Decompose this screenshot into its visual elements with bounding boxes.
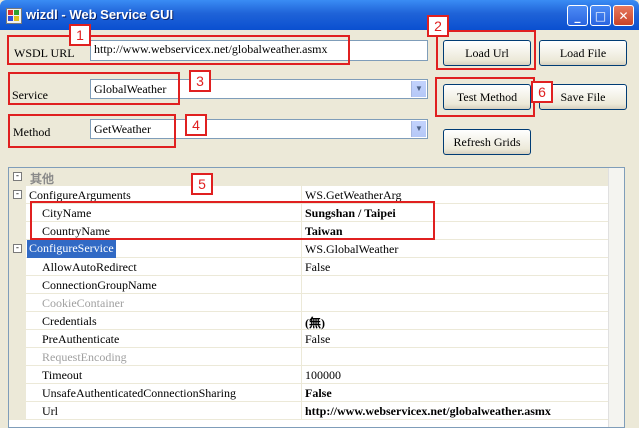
- property-value[interactable]: False: [305, 332, 330, 347]
- property-name: ConnectionGroupName: [42, 278, 157, 292]
- callout-number: 4: [185, 114, 207, 136]
- property-name: Timeout: [42, 368, 83, 382]
- grid-row-configure-service[interactable]: - ConfigureService WS.GlobalWeather: [9, 240, 609, 258]
- annotation-box-load-url: [436, 30, 536, 70]
- collapse-icon[interactable]: -: [13, 190, 22, 199]
- property-value[interactable]: False: [305, 260, 330, 275]
- property-name: RequestEncoding: [42, 350, 127, 364]
- property-name: AllowAutoRedirect: [42, 260, 137, 274]
- property-name-selected: ConfigureService: [27, 240, 116, 258]
- grid-row-url[interactable]: Url http://www.webservicex.net/globalwea…: [9, 402, 609, 420]
- grid-row-cookie-container[interactable]: CookieContainer: [9, 294, 609, 312]
- close-button[interactable]: ✕: [613, 5, 634, 26]
- callout-number: 2: [427, 15, 449, 37]
- property-name: PreAuthenticate: [42, 332, 120, 346]
- annotation-box-method: [8, 114, 176, 148]
- callout-number: 5: [191, 173, 213, 195]
- maximize-button[interactable]: □: [590, 5, 611, 26]
- annotation-box-wsdl: [7, 35, 350, 65]
- collapse-icon[interactable]: -: [13, 244, 22, 253]
- annotation-box-arguments: [30, 201, 435, 240]
- minimize-button[interactable]: _: [567, 5, 588, 26]
- refresh-grids-button[interactable]: Refresh Grids: [443, 129, 531, 155]
- grid-category-row[interactable]: - 其他: [9, 168, 609, 186]
- title-bar[interactable]: wizdl - Web Service GUI _ □ ✕: [0, 0, 639, 30]
- combo-dropdown-arrow-icon[interactable]: ▼: [411, 121, 426, 137]
- grid-row-connection-group-name[interactable]: ConnectionGroupName: [9, 276, 609, 294]
- callout-number: 1: [69, 24, 91, 46]
- property-value[interactable]: 100000: [305, 368, 341, 383]
- grid-row-allow-auto-redirect[interactable]: AllowAutoRedirect False: [9, 258, 609, 276]
- main-window: wizdl - Web Service GUI _ □ ✕ WSDL URL h…: [0, 0, 639, 428]
- grid-row-request-encoding[interactable]: RequestEncoding: [9, 348, 609, 366]
- grid-row-unsafe-auth-sharing[interactable]: UnsafeAuthenticatedConnectionSharing Fal…: [9, 384, 609, 402]
- grid-row-pre-authenticate[interactable]: PreAuthenticate False: [9, 330, 609, 348]
- annotation-box-test-method: [435, 77, 535, 117]
- property-value[interactable]: http://www.webservicex.net/globalweather…: [305, 404, 551, 419]
- callout-number: 3: [189, 70, 211, 92]
- callout-number: 6: [531, 81, 553, 103]
- property-name: Url: [42, 404, 58, 418]
- load-file-button[interactable]: Load File: [539, 40, 627, 66]
- property-value[interactable]: WS.GlobalWeather: [305, 242, 398, 257]
- collapse-icon[interactable]: -: [13, 172, 22, 181]
- combo-dropdown-arrow-icon[interactable]: ▼: [411, 81, 426, 97]
- window-title: wizdl - Web Service GUI: [26, 7, 174, 22]
- property-name: UnsafeAuthenticatedConnectionSharing: [42, 386, 236, 400]
- category-label: 其他: [30, 172, 55, 186]
- property-value[interactable]: False: [305, 386, 332, 401]
- app-icon: [6, 8, 22, 24]
- property-value[interactable]: (無): [305, 314, 325, 331]
- grid-scrollbar[interactable]: [608, 168, 624, 427]
- property-name: Credentials: [42, 314, 97, 328]
- grid-row-credentials[interactable]: Credentials (無): [9, 312, 609, 330]
- grid-row-timeout[interactable]: Timeout 100000: [9, 366, 609, 384]
- annotation-box-service: [8, 72, 180, 105]
- property-name: CookieContainer: [42, 296, 124, 310]
